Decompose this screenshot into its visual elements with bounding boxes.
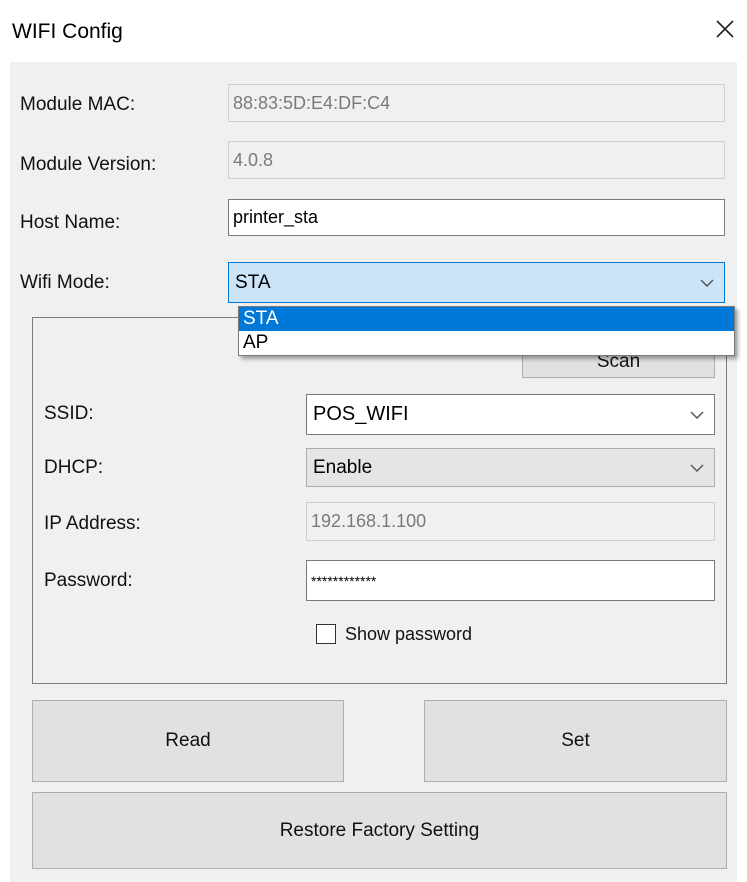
restore-factory-button[interactable]: Restore Factory Setting — [32, 792, 727, 869]
wifi-mode-dropdown-list[interactable]: STA AP — [238, 306, 735, 356]
ip-address-value: 192.168.1.100 — [311, 511, 427, 531]
module-version-field: 4.0.8 — [228, 141, 725, 179]
show-password-label[interactable]: Show password — [345, 624, 472, 645]
close-icon[interactable] — [710, 14, 740, 44]
ip-address-label: IP Address: — [44, 513, 141, 534]
window-title: WIFI Config — [12, 20, 123, 43]
ssid-label: SSID: — [44, 403, 94, 424]
title-bar: WIFI Config — [0, 0, 747, 62]
dropdown-option-ap[interactable]: AP — [239, 331, 734, 355]
chevron-down-icon — [680, 395, 714, 434]
dropdown-option-sta[interactable]: STA — [239, 307, 734, 331]
wifi-mode-label: Wifi Mode: — [20, 272, 110, 293]
ssid-select[interactable]: POS_WIFI — [306, 394, 715, 435]
chevron-down-icon — [680, 449, 714, 486]
chevron-down-icon — [690, 263, 724, 302]
set-button[interactable]: Set — [424, 700, 727, 782]
module-version-value: 4.0.8 — [233, 149, 274, 170]
wifi-mode-select[interactable]: STA — [228, 262, 725, 303]
password-value: ************ — [311, 572, 377, 589]
module-version-label: Module Version: — [20, 154, 157, 175]
host-name-value: printer_sta — [233, 207, 319, 227]
password-field[interactable]: ************ — [306, 560, 715, 601]
module-mac-label: Module MAC: — [20, 94, 136, 115]
host-name-label: Host Name: — [20, 212, 121, 233]
module-mac-value: 88:83:5D:E4:DF:C4 — [233, 92, 391, 113]
dhcp-select[interactable]: Enable — [306, 448, 715, 487]
dhcp-label: DHCP: — [44, 457, 104, 478]
module-mac-field: 88:83:5D:E4:DF:C4 — [228, 84, 725, 122]
ip-address-field: 192.168.1.100 — [306, 502, 715, 541]
wifi-mode-value: STA — [235, 271, 271, 293]
read-button[interactable]: Read — [32, 700, 344, 782]
show-password-checkbox[interactable] — [316, 624, 336, 644]
dhcp-value: Enable — [313, 456, 373, 478]
ssid-value: POS_WIFI — [313, 403, 409, 425]
password-label: Password: — [44, 570, 133, 591]
dialog-body: Module MAC: 88:83:5D:E4:DF:C4 Module Ver… — [10, 62, 737, 882]
host-name-field[interactable]: printer_sta — [228, 199, 725, 236]
